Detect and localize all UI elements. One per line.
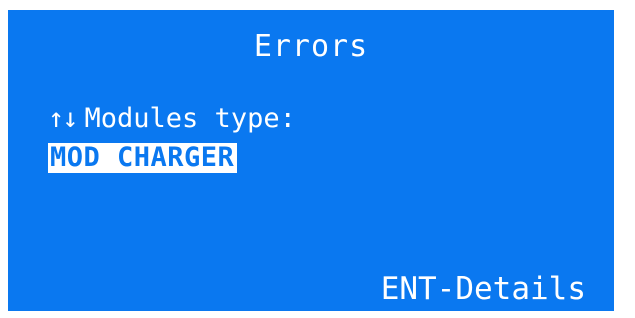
module-type-prompt: ↑↓ Modules type: bbox=[48, 104, 296, 134]
details-hint[interactable]: ENT-Details bbox=[381, 272, 586, 306]
module-type-label: Modules type: bbox=[84, 103, 296, 134]
lcd-screen: Errors ↑↓ Modules type: MOD CHARGER ENT-D… bbox=[8, 10, 614, 311]
device-frame: Errors ↑↓ Modules type: MOD CHARGER ENT-D… bbox=[0, 0, 635, 318]
screen-title: Errors bbox=[253, 29, 369, 64]
module-type-selector[interactable]: MOD CHARGER bbox=[48, 143, 238, 173]
up-down-arrows-icon: ↑↓ bbox=[48, 103, 78, 134]
